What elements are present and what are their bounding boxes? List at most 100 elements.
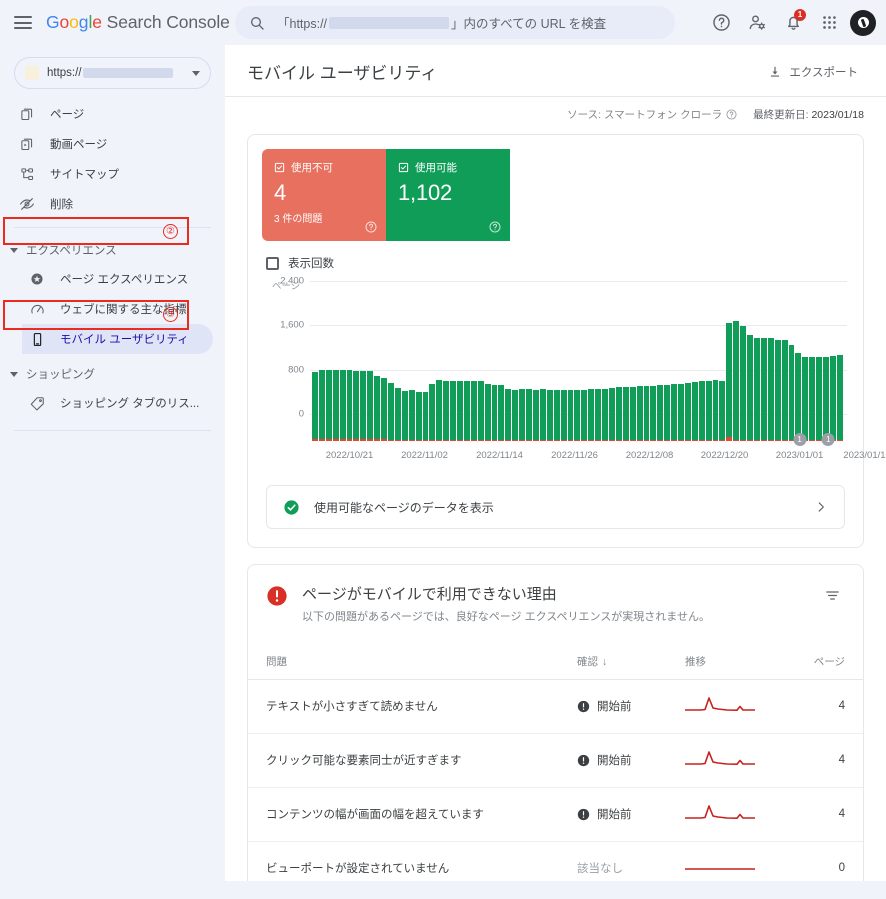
chart-bar[interactable] xyxy=(443,308,450,441)
chart-bar[interactable] xyxy=(339,308,346,441)
sidebar-item-video-pages[interactable]: 動画ページ xyxy=(0,129,213,159)
sidebar-item-sitemaps[interactable]: サイトマップ xyxy=(0,159,213,189)
chart-bar[interactable] xyxy=(836,308,843,441)
chart-bar[interactable] xyxy=(546,308,553,441)
apps-grid-icon[interactable] xyxy=(814,8,844,38)
chart-bar[interactable] xyxy=(539,308,546,441)
chart-bar[interactable] xyxy=(691,308,698,441)
chart-bar[interactable] xyxy=(512,308,519,441)
chart-bar[interactable] xyxy=(560,308,567,441)
avatar[interactable] xyxy=(850,9,876,36)
chart-bar[interactable] xyxy=(740,308,747,441)
sidebar-item-core-web-vitals[interactable]: ウェブに関する主な指標 xyxy=(22,294,213,324)
chart-bar[interactable] xyxy=(332,308,339,441)
chart-bar[interactable] xyxy=(747,308,753,441)
cell-issue[interactable]: コンテンツの幅が画面の幅を超えています xyxy=(248,787,577,842)
chart-bar[interactable] xyxy=(463,308,470,441)
brand-logo[interactable]: Google Search Console xyxy=(46,12,230,33)
chart-bar[interactable] xyxy=(622,308,629,441)
status-tile-unavailable[interactable]: 使用不可 4 3 件の問題 xyxy=(262,149,386,241)
export-button[interactable]: エクスポート xyxy=(762,60,864,84)
property-selector[interactable]: https:// xyxy=(14,57,211,89)
search-input[interactable]: 「https:// 」内のすべての URL を検査 xyxy=(235,6,675,39)
sidebar-group-experience[interactable]: エクスペリエンス xyxy=(0,236,213,264)
filter-icon[interactable] xyxy=(820,583,845,613)
help-icon[interactable] xyxy=(706,8,736,38)
chart-bar[interactable] xyxy=(643,308,650,441)
chart-bar[interactable] xyxy=(602,308,608,441)
help-icon[interactable] xyxy=(365,221,377,233)
chart-bar[interactable] xyxy=(553,308,560,441)
help-icon[interactable] xyxy=(489,221,501,233)
chart-bar[interactable] xyxy=(470,308,477,441)
account-settings-icon[interactable] xyxy=(742,8,772,38)
column-header-pages[interactable]: ページ xyxy=(793,645,863,680)
chart-bar[interactable] xyxy=(802,308,809,441)
notifications-icon[interactable]: 1 xyxy=(778,8,808,38)
chart-bar[interactable] xyxy=(829,308,836,441)
chart-bar[interactable] xyxy=(381,308,387,441)
chart-bar[interactable] xyxy=(733,308,740,441)
chart-bar[interactable] xyxy=(429,308,436,441)
chart-bar[interactable] xyxy=(408,308,415,441)
chart-bar[interactable] xyxy=(318,308,325,441)
chart-bar[interactable] xyxy=(664,308,671,441)
sidebar-item-removals[interactable]: 削除 xyxy=(0,189,213,219)
chart-bar[interactable] xyxy=(671,308,678,441)
view-available-pages-row[interactable]: 使用可能なページのデータを表示 xyxy=(266,485,845,529)
table-row[interactable]: コンテンツの幅が画面の幅を超えています 開始前 4 xyxy=(248,787,863,842)
sidebar-item-pages[interactable]: ページ xyxy=(0,99,213,129)
chart-bar[interactable] xyxy=(346,308,353,441)
chart-bar[interactable] xyxy=(712,308,719,441)
chart-bar[interactable] xyxy=(533,308,539,441)
chart-bar[interactable] xyxy=(436,308,443,441)
chart-bar[interactable] xyxy=(415,308,422,441)
chart-bar[interactable] xyxy=(457,308,463,441)
chart-bar[interactable] xyxy=(484,308,491,441)
chart-bar[interactable] xyxy=(684,308,691,441)
chart-bar[interactable] xyxy=(491,308,498,441)
table-row[interactable]: クリック可能な要素同士が近すぎます 開始前 4 xyxy=(248,733,863,788)
chart-bar[interactable] xyxy=(394,308,401,441)
chart-bar[interactable] xyxy=(719,308,726,441)
impressions-checkbox[interactable]: 表示回数 xyxy=(248,241,863,271)
chart-annotation-marker[interactable]: 1 xyxy=(821,433,835,446)
chart-bar[interactable] xyxy=(705,308,712,441)
column-header-issue[interactable]: 問題 xyxy=(248,645,577,680)
chart-bar[interactable] xyxy=(422,308,429,441)
chart-bar[interactable] xyxy=(795,308,802,441)
chart-bar[interactable] xyxy=(387,308,394,441)
chart-bar[interactable] xyxy=(519,308,526,441)
cell-issue[interactable]: クリック可能な要素同士が近すぎます xyxy=(248,733,577,788)
table-row[interactable]: テキストが小さすぎて読めません 開始前 4 xyxy=(248,679,863,734)
chart-bar[interactable] xyxy=(678,308,684,441)
chart-bar[interactable] xyxy=(760,308,767,441)
sidebar-item-mobile-usability[interactable]: モバイル ユーザビリティ xyxy=(22,324,213,354)
chart-bar[interactable] xyxy=(726,308,733,441)
chart-bar[interactable] xyxy=(823,308,829,441)
chart-bar[interactable] xyxy=(754,308,760,441)
help-icon[interactable] xyxy=(726,109,737,120)
chart-bar[interactable] xyxy=(809,308,816,441)
chart-bar[interactable] xyxy=(698,308,705,441)
sidebar-item-page-experience[interactable]: ページ エクスペリエンス xyxy=(22,264,213,294)
chart-bar[interactable] xyxy=(781,308,788,441)
chart-bar[interactable] xyxy=(788,308,795,441)
chart-bar[interactable] xyxy=(498,308,505,441)
chart-bar[interactable] xyxy=(505,308,512,441)
chart-bar[interactable] xyxy=(615,308,622,441)
status-tile-available[interactable]: 使用可能 1,102 xyxy=(386,149,510,241)
chart-bar[interactable] xyxy=(360,308,367,441)
chart-bar[interactable] xyxy=(574,308,581,441)
chart-bar[interactable] xyxy=(374,308,381,441)
chart-bar[interactable] xyxy=(477,308,484,441)
chart-bar[interactable] xyxy=(608,308,615,441)
sidebar-group-shopping[interactable]: ショッピング xyxy=(0,360,213,388)
chart-bar[interactable] xyxy=(367,308,374,441)
chart-bar[interactable] xyxy=(816,308,823,441)
column-header-trend[interactable]: 推移 xyxy=(685,645,793,680)
sidebar-item-shopping-tab-listings[interactable]: ショッピング タブのリス... xyxy=(22,388,213,418)
chart-bar[interactable] xyxy=(657,308,664,441)
chart-bar[interactable] xyxy=(450,308,457,441)
column-header-check[interactable]: 確認 ↓ xyxy=(577,645,685,680)
